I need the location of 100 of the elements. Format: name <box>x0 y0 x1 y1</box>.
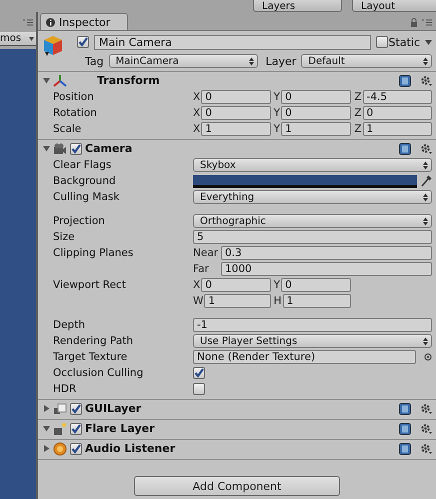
foldout-arrow-icon[interactable] <box>43 445 50 452</box>
gear-icon[interactable] <box>420 422 432 434</box>
axis-label: H <box>274 295 282 307</box>
help-book-icon[interactable] <box>399 422 411 434</box>
number-field[interactable]: 1 <box>362 122 432 136</box>
enable-checkbox[interactable] <box>70 402 82 414</box>
layer-icon <box>53 402 67 416</box>
property-label: Position <box>53 91 95 103</box>
property-label: Occlusion Culling <box>53 367 144 379</box>
number-field[interactable]: 0 <box>281 90 352 104</box>
number-field[interactable]: 1000 <box>221 262 432 276</box>
layers-dropdown[interactable]: Layers <box>253 0 342 12</box>
layer-dropdown[interactable]: Default <box>301 54 432 68</box>
input-field[interactable]: -1 <box>193 318 432 332</box>
gear-icon[interactable] <box>420 442 432 454</box>
static-checkbox[interactable] <box>376 36 388 48</box>
component-title: Transform <box>97 74 160 87</box>
layout-dropdown[interactable]: Layout <box>352 0 436 12</box>
inspector-tab[interactable]: Inspector <box>40 13 128 30</box>
target-circle-icon[interactable] <box>424 353 432 361</box>
input-field[interactable]: 5 <box>193 230 432 244</box>
axes-icon <box>53 74 67 88</box>
foldout-arrow-icon[interactable] <box>43 425 50 432</box>
dropdown[interactable]: Skybox <box>193 158 432 172</box>
number-field[interactable]: 0 <box>362 106 432 120</box>
panel-menu-icon[interactable] <box>23 18 33 26</box>
gear-icon[interactable] <box>420 402 432 414</box>
number-field[interactable]: 0 <box>201 278 271 292</box>
property-label: Background <box>53 175 117 187</box>
component-title: Camera <box>85 142 132 155</box>
dropdown[interactable]: Orthographic <box>193 214 432 228</box>
enable-checkbox[interactable] <box>70 422 82 434</box>
checkbox[interactable] <box>193 383 205 395</box>
axis-label: Z <box>354 123 362 135</box>
speaker-icon <box>53 442 67 456</box>
help-book-icon[interactable] <box>399 402 411 414</box>
dropdown[interactable]: Use Player Settings <box>193 334 432 348</box>
foldout-arrow-icon[interactable] <box>43 405 50 412</box>
axis-label: Y <box>274 91 280 103</box>
caret-icon[interactable] <box>425 40 432 44</box>
object-name-field[interactable]: Main Camera <box>94 34 371 50</box>
checkbox[interactable] <box>193 367 205 379</box>
number-field[interactable]: 0.3 <box>221 246 432 260</box>
number-field[interactable]: 1 <box>282 294 352 308</box>
foldout-arrow-icon[interactable] <box>43 77 50 84</box>
axis-label: X <box>193 279 200 291</box>
gear-icon[interactable] <box>420 74 432 86</box>
number-field[interactable]: 1 <box>281 122 352 136</box>
help-book-icon[interactable] <box>399 74 411 86</box>
foldout-arrow-icon[interactable] <box>43 145 50 152</box>
tag-label: Tag <box>85 54 104 68</box>
number-field[interactable]: 0 <box>281 278 352 292</box>
enable-checkbox[interactable] <box>70 442 82 454</box>
property-label: Clipping Planes <box>53 247 134 259</box>
property-label: HDR <box>53 383 78 395</box>
number-field[interactable]: -4.5 <box>362 90 432 104</box>
number-field[interactable]: 1 <box>201 122 271 136</box>
property-label: Size <box>53 231 76 243</box>
dropdown-arrows-icon <box>423 160 428 170</box>
info-icon <box>46 18 55 26</box>
property-label: Rendering Path <box>53 335 134 347</box>
axis-label: X <box>193 107 200 119</box>
camera-icon <box>53 142 67 156</box>
eyedropper-icon[interactable] <box>420 175 432 187</box>
axis-label: X <box>193 123 200 135</box>
number-field[interactable]: 0 <box>201 90 271 104</box>
component-title: Flare Layer <box>85 422 155 435</box>
property-label: Scale <box>53 123 82 135</box>
axis-label: Z <box>354 107 362 119</box>
color-field[interactable] <box>193 174 417 188</box>
lock-icon[interactable] <box>410 18 418 27</box>
help-book-icon[interactable] <box>399 142 411 154</box>
axis-label: X <box>193 91 200 103</box>
component-title: GUILayer <box>85 402 142 415</box>
dropdown-arrows-icon <box>423 336 428 346</box>
caret-icon <box>29 36 34 40</box>
gear-icon[interactable] <box>420 142 432 154</box>
static-label: Static <box>388 36 420 48</box>
axis-label: Near <box>193 247 217 259</box>
dropdown[interactable]: Everything <box>193 190 432 204</box>
number-field[interactable]: 1 <box>204 294 271 308</box>
layer-label: Layer <box>266 54 296 68</box>
number-field[interactable]: 0 <box>281 106 352 120</box>
help-book-icon[interactable] <box>399 442 411 454</box>
tag-dropdown[interactable]: MainCamera <box>108 54 258 68</box>
add-component-button[interactable]: Add Component <box>134 476 340 496</box>
property-label: Target Texture <box>53 351 128 363</box>
object-field[interactable]: None (Render Texture) <box>193 350 416 364</box>
dropdown-arrows-icon <box>423 216 428 226</box>
dropdown-arrows-icon <box>248 56 254 66</box>
enable-checkbox[interactable] <box>70 142 82 154</box>
active-checkbox[interactable] <box>77 36 89 48</box>
number-field[interactable]: 0 <box>201 106 271 120</box>
property-label: Rotation <box>53 107 98 119</box>
panel-menu-icon[interactable] <box>422 19 432 26</box>
axis-label: W <box>193 295 204 307</box>
dropdown-arrows-icon <box>423 192 428 202</box>
axis-label: Far <box>193 263 210 275</box>
axis-label: Y <box>274 279 280 291</box>
checkmark-icon <box>78 37 88 47</box>
